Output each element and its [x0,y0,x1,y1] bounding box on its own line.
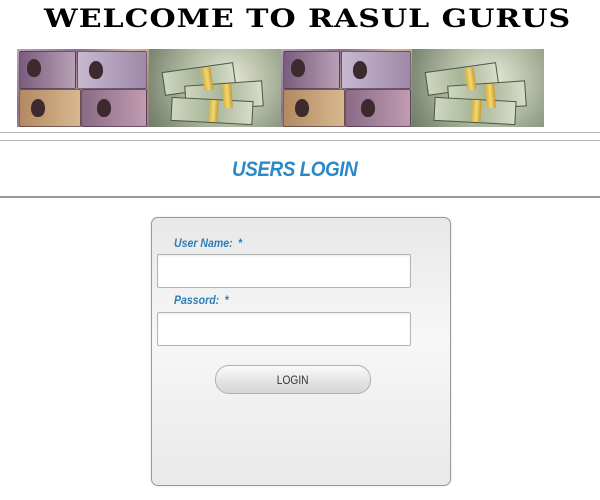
header-banner-image [17,49,544,127]
username-label: User Name: * [174,236,242,250]
username-input[interactable] [157,254,411,288]
section-title: USERS LOGIN [232,158,358,181]
login-form: User Name: * Passord: * LOGIN [151,217,451,486]
banknotes-image [17,49,149,127]
divider [0,132,600,133]
username-label-text: User Name: [174,236,233,250]
banknotes-image [280,49,413,127]
welcome-heading: WELCOME TO RASUL GURUS [44,4,572,34]
login-button[interactable]: LOGIN [215,365,371,394]
password-input[interactable] [157,312,411,346]
cash-bundles-image [412,49,544,127]
page: WELCOME TO RASUL GURUS USERS LOGIN User … [0,0,600,500]
password-label: Passord: * [174,293,229,307]
divider [0,140,600,141]
divider [0,196,600,198]
login-button-label: LOGIN [277,372,309,387]
cash-bundles-image [148,49,281,127]
required-marker: * [237,236,243,250]
required-marker: * [224,293,229,307]
password-label-text: Passord: [174,293,220,307]
